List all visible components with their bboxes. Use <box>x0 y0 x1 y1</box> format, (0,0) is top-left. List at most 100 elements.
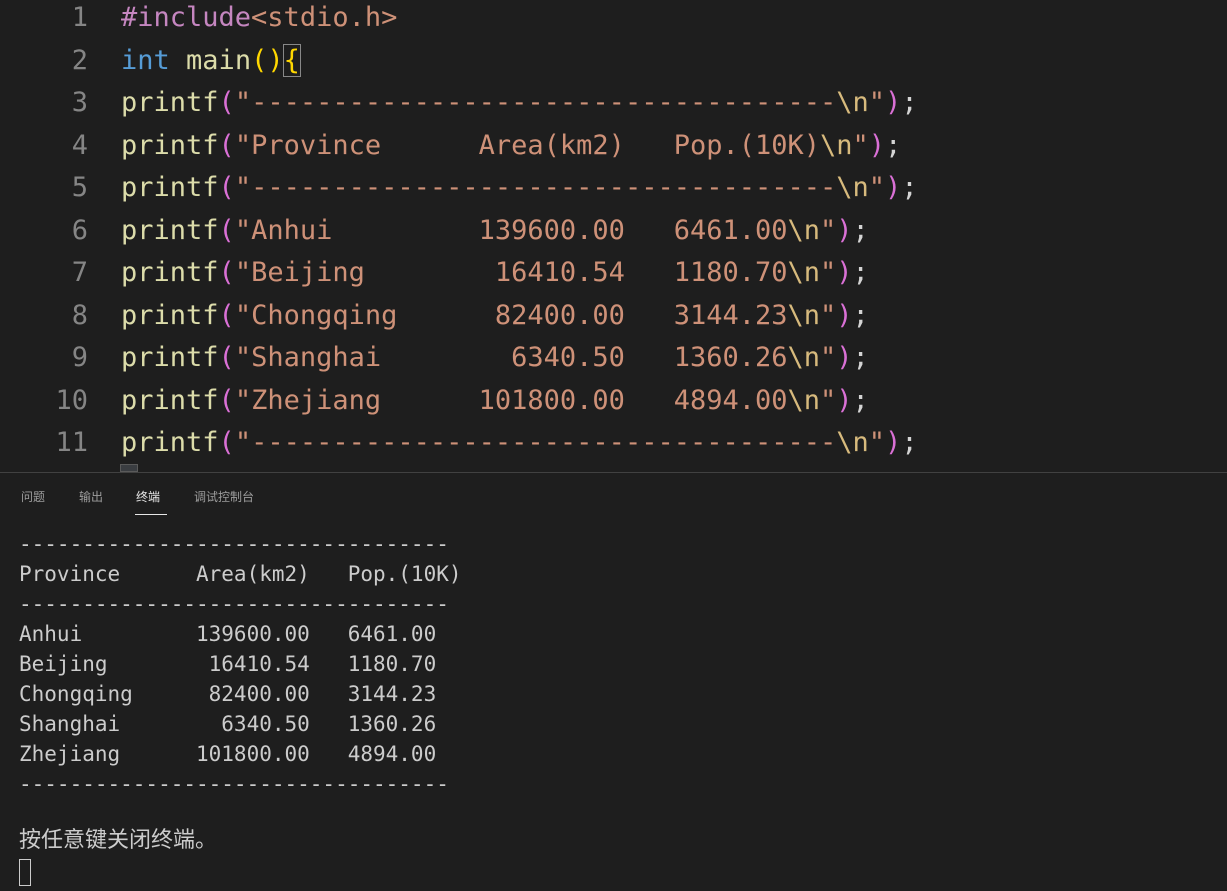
code-token: printf <box>121 257 219 288</box>
code-token: printf <box>121 172 219 203</box>
code-token: { <box>282 43 301 77</box>
terminal-line: Zhejiang 101800.00 4894.00 <box>19 742 437 766</box>
code-token: ( <box>218 299 235 331</box>
code-token: main <box>186 44 252 76</box>
line-number: 9 <box>71 342 88 373</box>
code-token: ; <box>901 172 918 203</box>
code-token: " <box>820 214 837 246</box>
terminal-line: ---------------------------------- <box>19 592 449 616</box>
code-token: \n <box>787 384 821 416</box>
code-token: \n <box>836 172 869 203</box>
code-token: ( <box>218 87 235 118</box>
code-line[interactable]: 7 printf("Beijing 16410.54 1180.70\n"); <box>0 252 1227 295</box>
editor-cursor-line-12 <box>120 464 138 472</box>
terminal-line: Chongqing 82400.00 3144.23 <box>19 682 437 706</box>
code-text: printf("Province Area(km2) Pop.(10K)\n")… <box>121 125 901 168</box>
panel-tabs: 问题 输出 终端 调试控制台 <box>0 473 1227 517</box>
code-token: " <box>868 427 886 458</box>
code-line[interactable]: 5 printf("-------------------------------… <box>0 167 1227 210</box>
terminal-cursor <box>19 859 31 886</box>
code-token: "------------------------------------ <box>234 172 837 203</box>
code-text: printf("Anhui 139600.00 6461.00\n"); <box>121 210 869 253</box>
code-token: ; <box>852 214 869 246</box>
code-token: "Shanghai 6340.50 1360.26 <box>234 342 788 373</box>
code-token: \n <box>820 129 853 161</box>
code-token: ) <box>836 257 853 288</box>
terminal-line: Province Area(km2) Pop.(10K) <box>19 562 462 586</box>
code-token: " <box>820 257 837 288</box>
code-token: printf <box>121 129 219 161</box>
code-token: int <box>121 44 170 76</box>
code-token: ) <box>868 129 886 161</box>
active-tab-indicator <box>135 514 167 515</box>
code-line[interactable]: 10 printf("Zhejiang 101800.00 4894.00\n")… <box>0 380 1227 423</box>
code-token: ; <box>852 342 869 373</box>
code-text: printf("--------------------------------… <box>121 167 918 210</box>
code-token: " <box>820 299 837 331</box>
terminal-line: ---------------------------------- <box>19 532 449 556</box>
code-token: ; <box>852 384 869 416</box>
code-text: printf("--------------------------------… <box>121 82 918 125</box>
line-number: 7 <box>71 257 88 288</box>
code-token: "------------------------------------ <box>234 427 837 458</box>
terminal-close-message: 按任意键关闭终端。 <box>19 828 218 853</box>
code-token: ; <box>852 299 869 331</box>
line-number: 11 <box>55 427 88 458</box>
code-token: ) <box>885 87 902 118</box>
code-token: "Province Area(km2) Pop.(10K) <box>234 129 821 161</box>
code-line[interactable]: 1 #include<stdio.h> <box>0 0 1227 40</box>
code-text: printf("Beijing 16410.54 1180.70\n"); <box>121 252 869 295</box>
code-token: " <box>820 384 837 416</box>
code-token: ) <box>836 384 853 416</box>
code-token: "------------------------------------ <box>234 87 837 118</box>
code-line[interactable]: 6 printf("Anhui 139600.00 6461.00\n"); <box>0 210 1227 253</box>
code-editor[interactable]: 1 #include<stdio.h> 2 int main(){3 printf("-… <box>0 0 1227 470</box>
code-text: printf("Zhejiang 101800.00 4894.00\n"); <box>121 380 869 423</box>
code-token: printf <box>121 87 219 118</box>
code-token: " <box>868 87 886 118</box>
code-token: ; <box>901 427 918 458</box>
tab-terminal[interactable]: 终端 <box>136 489 160 505</box>
code-token: "Anhui 139600.00 6461.00 <box>234 214 788 246</box>
code-token: ) <box>885 172 902 203</box>
terminal-line: Anhui 139600.00 6461.00 <box>19 622 437 646</box>
code-token: printf <box>121 342 219 373</box>
line-number: 10 <box>55 384 88 416</box>
code-text: #include<stdio.h> <box>121 0 397 40</box>
code-line[interactable]: 11 printf("------------------------------… <box>0 422 1227 465</box>
code-token: ; <box>852 257 869 288</box>
code-token: ( <box>218 214 235 246</box>
code-token: ( <box>218 129 235 161</box>
code-text: int main(){ <box>121 40 301 83</box>
line-number: 2 <box>71 44 88 76</box>
code-line[interactable]: 8 printf("Chongqing 82400.00 3144.23\n"); <box>0 295 1227 338</box>
code-token: ( <box>218 257 235 288</box>
line-number: 6 <box>71 214 88 246</box>
code-token: \n <box>787 299 821 331</box>
line-number: 5 <box>71 172 88 203</box>
line-number: 8 <box>71 299 88 331</box>
code-token: ) <box>836 342 853 373</box>
tab-problems[interactable]: 问题 <box>21 489 45 505</box>
code-token: ) <box>885 427 902 458</box>
code-token: " <box>868 172 886 203</box>
code-token: \n <box>836 87 869 118</box>
code-text: printf("Chongqing 82400.00 3144.23\n"); <box>121 295 869 338</box>
code-token: ( <box>218 427 235 458</box>
code-line[interactable]: 9 printf("Shanghai 6340.50 1360.26\n"); <box>0 337 1227 380</box>
code-token: \n <box>787 214 821 246</box>
code-token: "Zhejiang 101800.00 4894.00 <box>234 384 788 416</box>
code-token: ( <box>218 342 235 373</box>
code-line[interactable]: 2 int main(){ <box>0 40 1227 83</box>
terminal-line: Beijing 16410.54 1180.70 <box>19 652 437 676</box>
code-token: "Chongqing 82400.00 3144.23 <box>234 299 788 331</box>
tab-output[interactable]: 输出 <box>79 489 103 505</box>
code-line[interactable]: 3 printf("-------------------------------… <box>0 82 1227 125</box>
code-token: printf <box>121 427 219 458</box>
code-token: printf <box>121 384 219 416</box>
tab-debug-console[interactable]: 调试控制台 <box>194 489 254 505</box>
code-token: ) <box>836 214 853 246</box>
code-token: ( <box>218 384 235 416</box>
code-line[interactable]: 4 printf("Province Area(km2) Pop.(10K)\n"… <box>0 125 1227 168</box>
